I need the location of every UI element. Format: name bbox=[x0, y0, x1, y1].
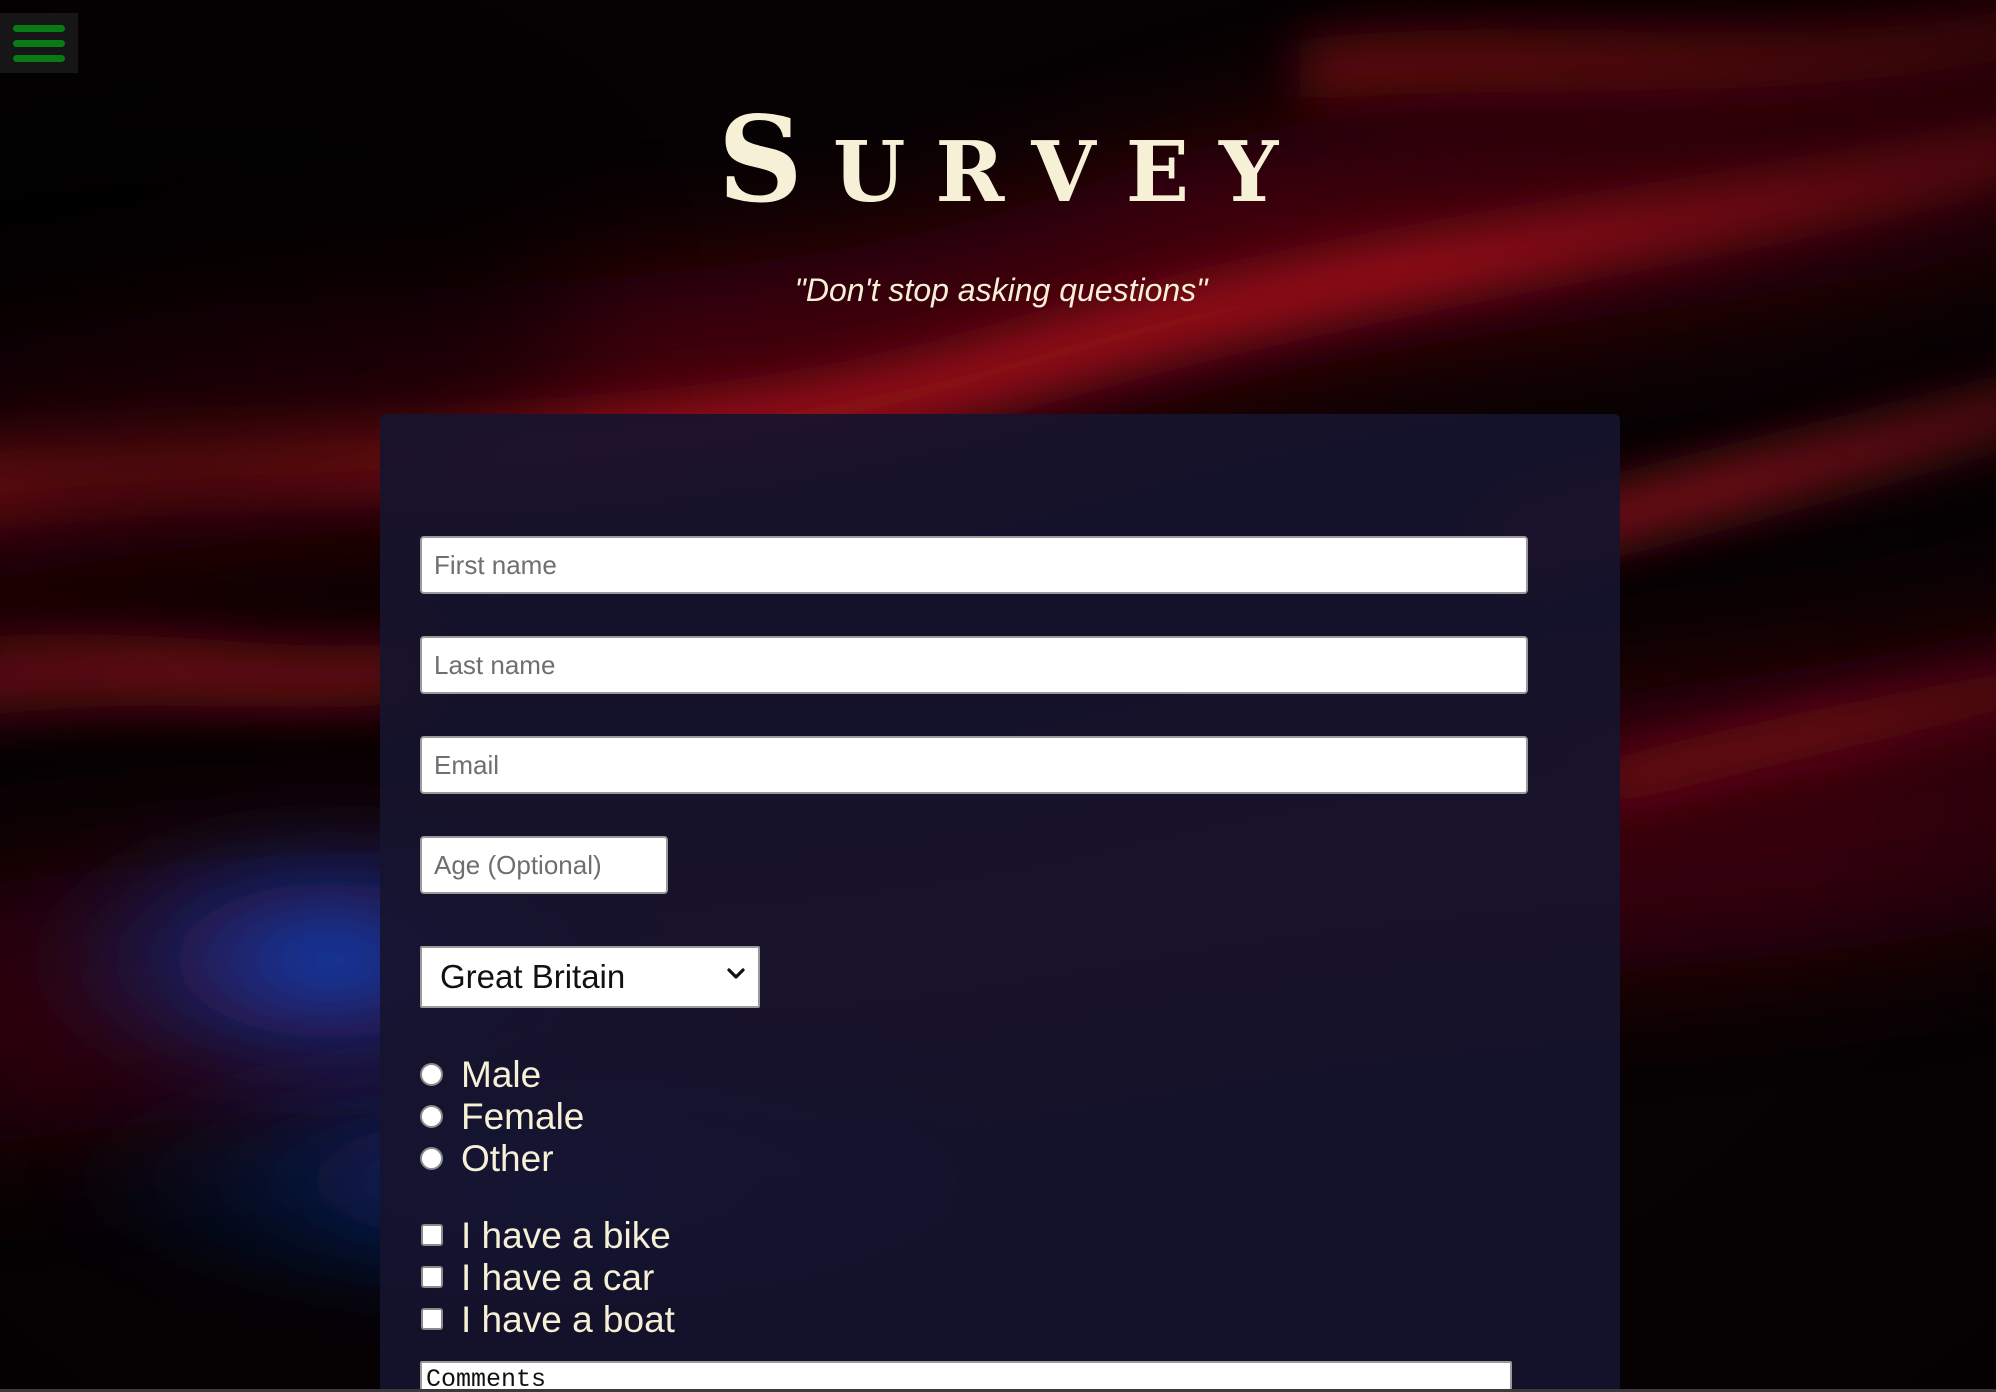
first-name-input[interactable] bbox=[420, 536, 1528, 594]
country-select-value: Great Britain bbox=[440, 958, 626, 995]
page-tagline: "Don't stop asking questions" bbox=[794, 272, 1208, 308]
gender-option-label: Female bbox=[461, 1096, 585, 1137]
checkbox[interactable] bbox=[421, 1266, 443, 1288]
vehicle-option-label: I have a bike bbox=[461, 1215, 671, 1256]
radio-button[interactable] bbox=[420, 1105, 443, 1128]
checkbox[interactable] bbox=[421, 1308, 443, 1330]
vehicle-option-label: I have a boat bbox=[461, 1299, 675, 1340]
radio-button[interactable] bbox=[420, 1063, 443, 1086]
menu-button[interactable] bbox=[0, 13, 78, 73]
country-select[interactable]: Great Britain bbox=[420, 946, 760, 1008]
last-name-input[interactable] bbox=[420, 636, 1528, 694]
vehicle-option-label: I have a car bbox=[461, 1257, 655, 1298]
gender-option-label: Other bbox=[461, 1138, 554, 1179]
radio-button[interactable] bbox=[420, 1147, 443, 1170]
gender-option-label: Male bbox=[461, 1054, 542, 1095]
checkbox[interactable] bbox=[421, 1224, 443, 1246]
email-input[interactable] bbox=[420, 736, 1528, 794]
chevron-down-icon bbox=[727, 968, 745, 979]
age-input[interactable] bbox=[420, 836, 668, 894]
comments-textarea[interactable] bbox=[420, 1361, 1512, 1392]
page-title: Survey bbox=[717, 90, 1309, 229]
